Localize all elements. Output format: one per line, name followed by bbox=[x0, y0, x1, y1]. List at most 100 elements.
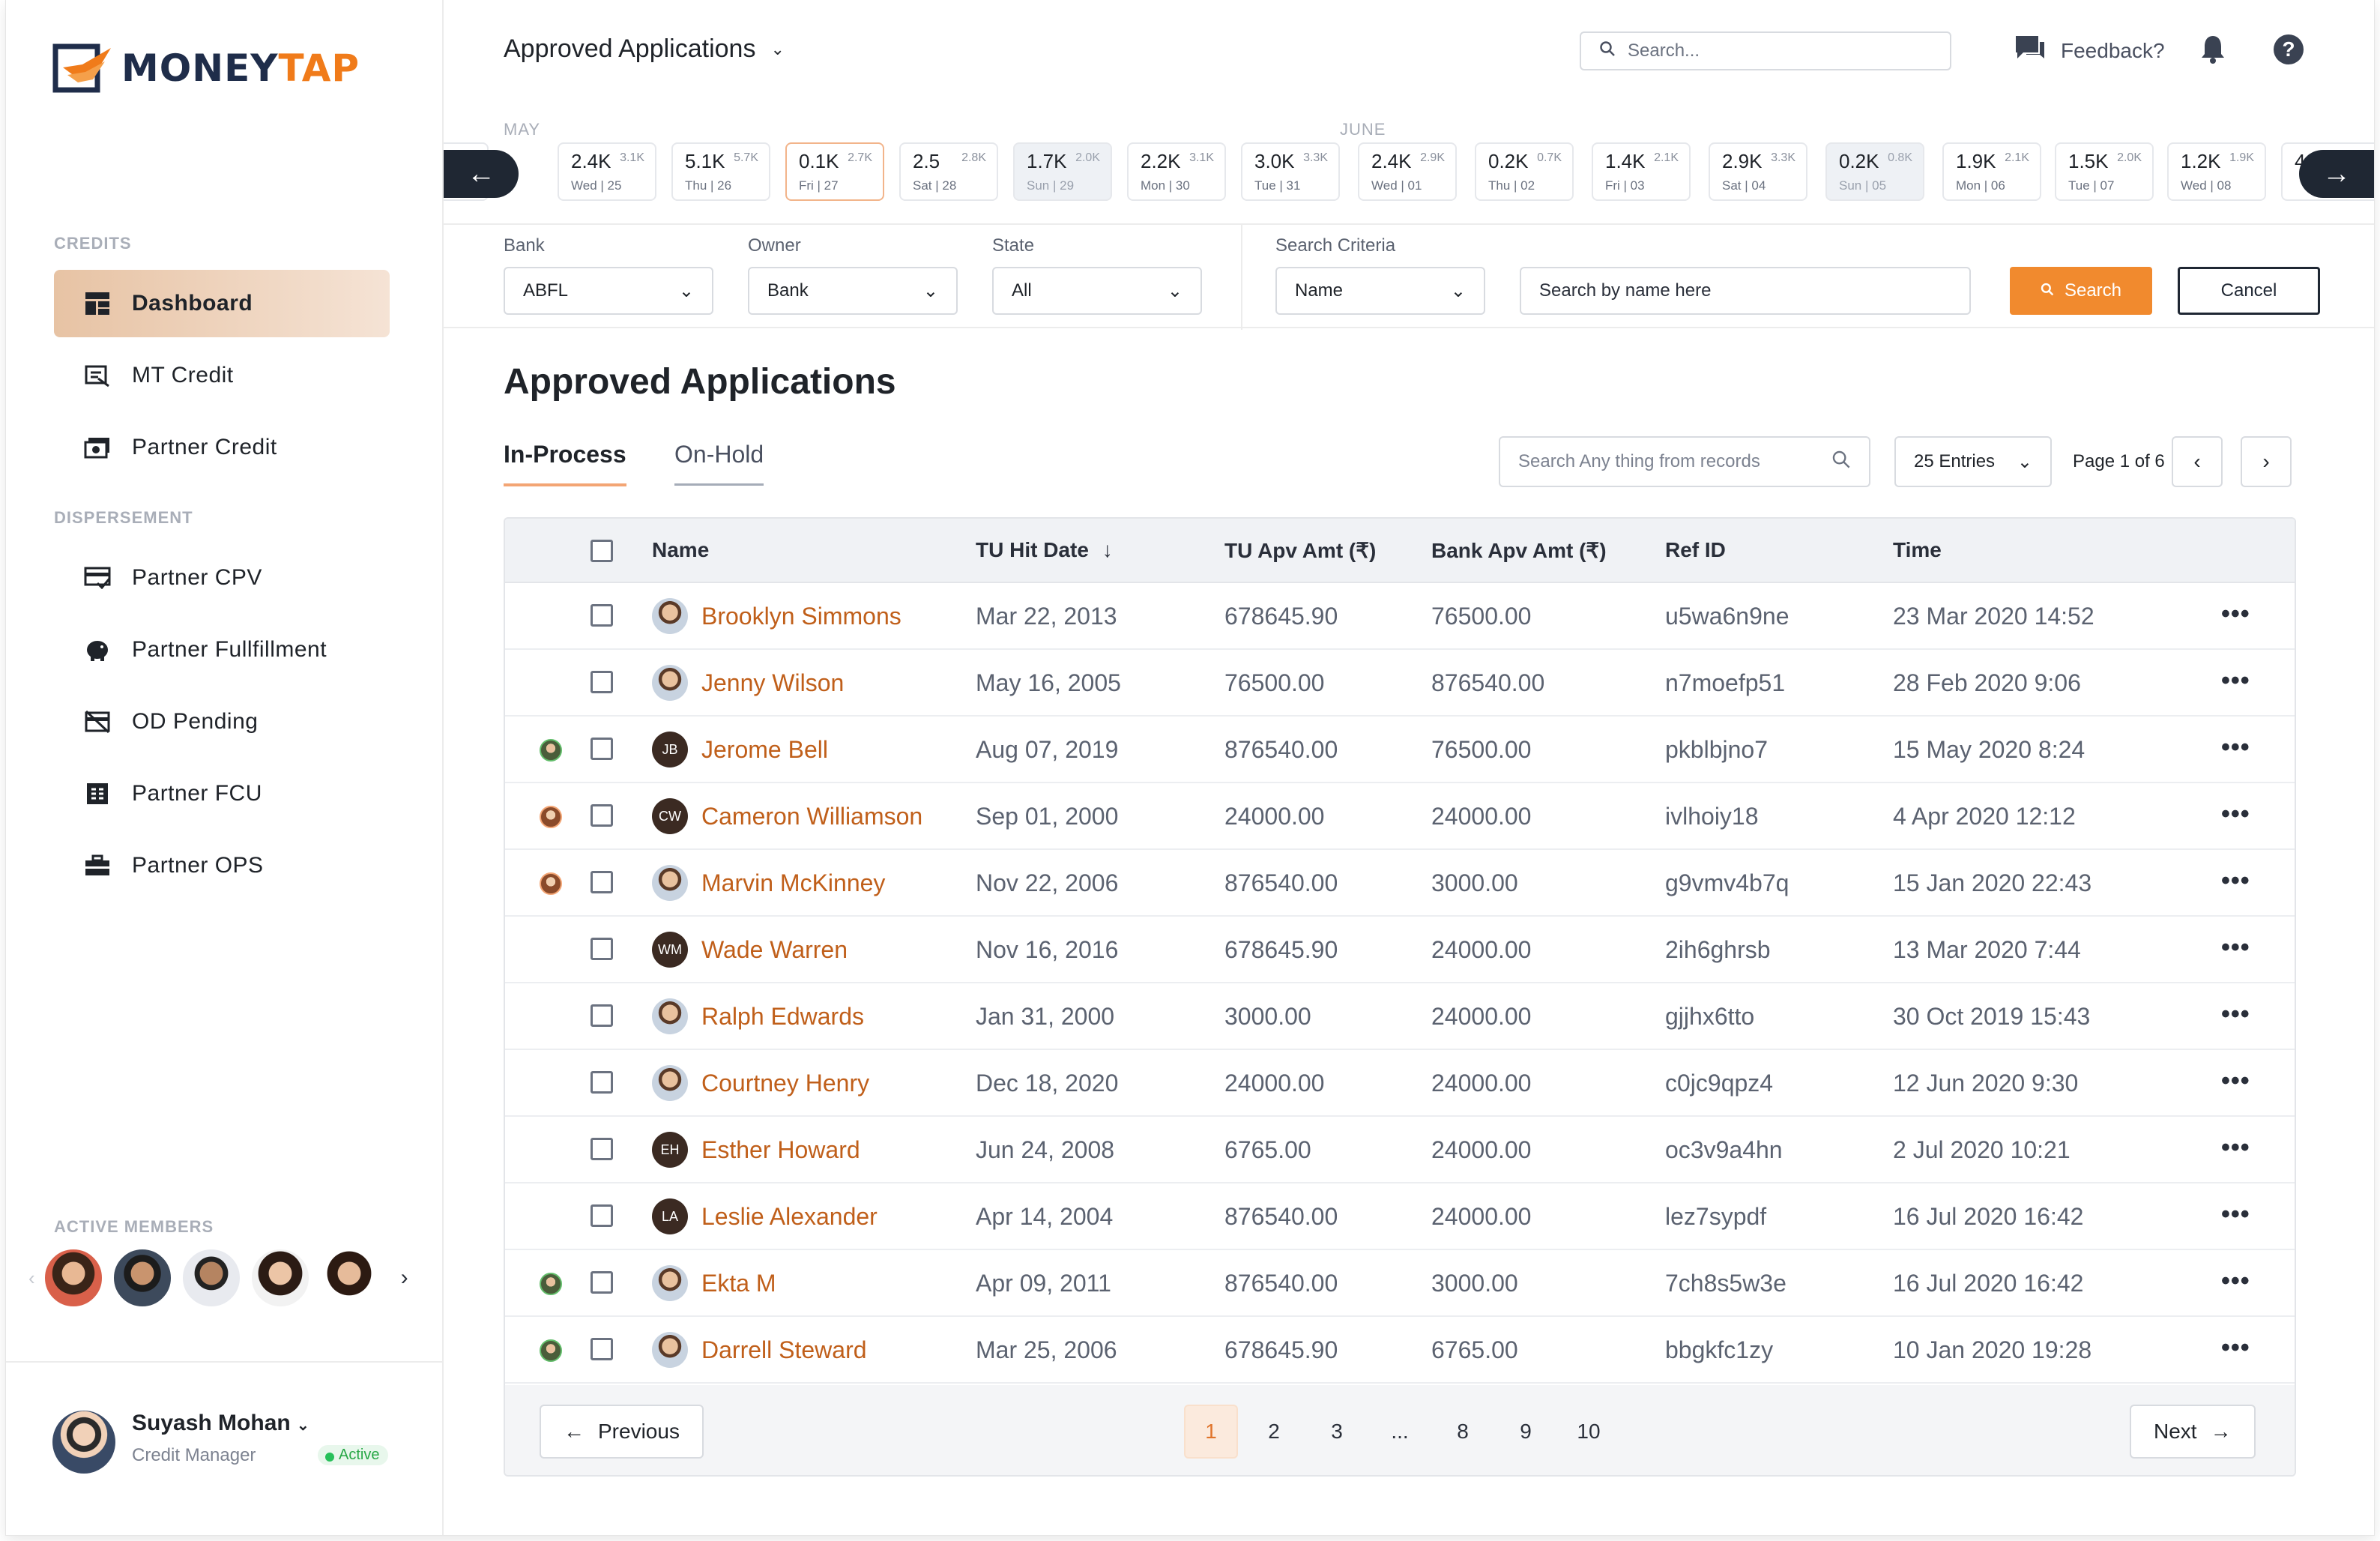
row-checkbox[interactable] bbox=[591, 1138, 613, 1160]
previous-button[interactable]: ← Previous bbox=[540, 1405, 704, 1459]
page-number[interactable]: 9 bbox=[1499, 1405, 1553, 1459]
table-row[interactable]: Marvin McKinney Nov 22, 2006 876540.00 3000… bbox=[505, 850, 2295, 917]
more-options-icon[interactable]: ••• bbox=[2221, 866, 2250, 896]
feedback-button[interactable]: Feedback? bbox=[2014, 34, 2165, 67]
row-checkbox[interactable] bbox=[591, 1338, 613, 1360]
row-checkbox[interactable] bbox=[591, 871, 613, 893]
search-button[interactable]: Search bbox=[2010, 267, 2152, 315]
row-checkbox[interactable] bbox=[591, 804, 613, 827]
member-avatar[interactable] bbox=[318, 1247, 380, 1309]
column-header-tu-hit-date[interactable]: TU Hit Date ↓ bbox=[976, 538, 1113, 562]
member-avatar[interactable] bbox=[42, 1247, 104, 1309]
entries-select[interactable]: 25 Entries ⌄ bbox=[1894, 436, 2052, 487]
members-prev-icon[interactable]: ‹ bbox=[28, 1267, 35, 1290]
members-next-icon[interactable]: › bbox=[401, 1265, 408, 1291]
page-number[interactable]: 8 bbox=[1436, 1405, 1490, 1459]
day-card[interactable]: 0.2K 0.7K Thu | 02 bbox=[1475, 142, 1574, 201]
more-options-icon[interactable]: ••• bbox=[2221, 1267, 2250, 1296]
applicant-name-link[interactable]: Leslie Alexander bbox=[701, 1203, 878, 1231]
user-profile[interactable]: Suyash Mohan ⌄ Credit Manager Active bbox=[6, 1361, 444, 1535]
day-card[interactable]: 2.4K 3.1K Wed | 25 bbox=[558, 142, 656, 201]
day-card[interactable]: 1.9K 2.1K Mon | 06 bbox=[1942, 142, 2041, 201]
row-checkbox[interactable] bbox=[591, 671, 613, 693]
applicant-name-link[interactable]: Jerome Bell bbox=[701, 736, 828, 764]
sidebar-item-partner-fcu[interactable]: Partner FCU bbox=[54, 760, 390, 827]
select-all-checkbox[interactable] bbox=[591, 540, 613, 562]
row-checkbox[interactable] bbox=[591, 1004, 613, 1027]
page-number[interactable]: 3 bbox=[1310, 1405, 1364, 1459]
criteria-select[interactable]: Name ⌄ bbox=[1275, 267, 1485, 315]
day-card[interactable]: 1.2K 1.9K Wed | 08 bbox=[2167, 142, 2266, 201]
moneytap-logo[interactable]: MONEYTAP bbox=[52, 42, 360, 94]
table-row[interactable]: JB Jerome Bell Aug 07, 2019 876540.00 76500.… bbox=[505, 717, 2295, 783]
more-options-icon[interactable]: ••• bbox=[2221, 1000, 2250, 1029]
more-options-icon[interactable]: ••• bbox=[2221, 1133, 2250, 1162]
owner-select[interactable]: Bank ⌄ bbox=[748, 267, 958, 315]
more-options-icon[interactable]: ••• bbox=[2221, 933, 2250, 962]
table-row[interactable]: Ekta M Apr 09, 2011 876540.00 3000.00 7ch8s5… bbox=[505, 1250, 2295, 1317]
row-checkbox[interactable] bbox=[591, 738, 613, 760]
next-button[interactable]: Next → bbox=[2130, 1405, 2256, 1459]
more-options-icon[interactable]: ••• bbox=[2221, 600, 2250, 629]
name-search-input[interactable]: Search by name here bbox=[1520, 267, 1971, 315]
day-card[interactable]: 3.0K 3.3K Tue | 31 bbox=[1241, 142, 1340, 201]
member-avatar[interactable] bbox=[249, 1247, 311, 1309]
day-card[interactable]: 2.9K 3.3K Sat | 04 bbox=[1709, 142, 1807, 201]
sidebar-item-mt-credit[interactable]: MT Credit bbox=[54, 342, 390, 409]
state-select[interactable]: All ⌄ bbox=[992, 267, 1202, 315]
table-row[interactable]: Brooklyn Simmons Mar 22, 2013 678645.90 765… bbox=[505, 583, 2295, 650]
sidebar-item-partner-credit[interactable]: Partner Credit bbox=[54, 414, 390, 481]
column-header-ref-id[interactable]: Ref ID bbox=[1665, 538, 1726, 562]
page-prev-button[interactable]: ‹ bbox=[2172, 436, 2223, 487]
sidebar-item-partner-ops[interactable]: Partner OPS bbox=[54, 832, 390, 899]
day-card[interactable]: 0.2K 0.8K Sun | 05 bbox=[1825, 142, 1924, 201]
member-avatar[interactable] bbox=[111, 1247, 173, 1309]
applicant-name-link[interactable]: Ekta M bbox=[701, 1270, 776, 1297]
date-strip-prev-button[interactable]: ← bbox=[444, 150, 519, 198]
column-header-tu-apv-amt[interactable]: TU Apv Amt (₹) bbox=[1224, 538, 1376, 563]
page-title-dropdown[interactable]: Approved Applications ⌄ bbox=[504, 34, 785, 64]
sidebar-item-partner-fullfillment[interactable]: Partner Fullfillment bbox=[54, 616, 390, 684]
table-row[interactable]: Ralph Edwards Jan 31, 2000 3000.00 24000.00… bbox=[505, 983, 2295, 1050]
sidebar-item-dashboard[interactable]: Dashboard bbox=[54, 270, 390, 337]
row-checkbox[interactable] bbox=[591, 938, 613, 960]
more-options-icon[interactable]: ••• bbox=[2221, 800, 2250, 829]
day-card[interactable]: 1.4K 2.1K Fri | 03 bbox=[1592, 142, 1691, 201]
day-card[interactable]: 2.5 2.8K Sat | 28 bbox=[899, 142, 998, 201]
day-card[interactable]: 1.7K 2.0K Sun | 29 bbox=[1013, 142, 1112, 201]
day-card[interactable]: 1.5K 2.0K Tue | 07 bbox=[2055, 142, 2154, 201]
column-header-time[interactable]: Time bbox=[1893, 538, 1942, 562]
day-card-selected[interactable]: 0.1K 2.7K Fri | 27 bbox=[785, 142, 884, 201]
row-checkbox[interactable] bbox=[591, 1204, 613, 1227]
applicant-name-link[interactable]: Courtney Henry bbox=[701, 1070, 869, 1097]
day-card[interactable]: 2.4K 2.9K Wed | 01 bbox=[1358, 142, 1457, 201]
table-row[interactable]: Courtney Henry Dec 18, 2020 24000.00 24000.… bbox=[505, 1050, 2295, 1117]
applicant-name-link[interactable]: Ralph Edwards bbox=[701, 1003, 864, 1031]
tab-on-hold[interactable]: On-Hold bbox=[674, 441, 764, 486]
date-strip-next-button[interactable]: → bbox=[2299, 150, 2374, 198]
row-checkbox[interactable] bbox=[591, 1271, 613, 1294]
column-header-name[interactable]: Name bbox=[652, 538, 709, 562]
table-row[interactable]: CW Cameron Williamson Sep 01, 2000 24000.00… bbox=[505, 783, 2295, 850]
page-next-button[interactable]: › bbox=[2241, 436, 2292, 487]
help-icon[interactable]: ? bbox=[2274, 34, 2304, 64]
bank-select[interactable]: ABFL ⌄ bbox=[504, 267, 713, 315]
page-number[interactable]: 2 bbox=[1247, 1405, 1301, 1459]
member-avatar[interactable] bbox=[180, 1247, 242, 1309]
applicant-name-link[interactable]: Jenny Wilson bbox=[701, 669, 844, 697]
column-header-bank-apv-amt[interactable]: Bank Apv Amt (₹) bbox=[1431, 538, 1607, 563]
more-options-icon[interactable]: ••• bbox=[2221, 1200, 2250, 1229]
applicant-name-link[interactable]: Esther Howard bbox=[701, 1136, 860, 1164]
global-search-input[interactable]: Search... bbox=[1580, 31, 1951, 70]
applicant-name-link[interactable]: Wade Warren bbox=[701, 936, 848, 964]
tab-in-process[interactable]: In-Process bbox=[504, 441, 626, 486]
applicant-name-link[interactable]: Marvin McKinney bbox=[701, 869, 885, 897]
more-options-icon[interactable]: ••• bbox=[2221, 666, 2250, 696]
cancel-button[interactable]: Cancel bbox=[2178, 267, 2320, 315]
table-row[interactable]: WM Wade Warren Nov 16, 2016 678645.90 24000.… bbox=[505, 917, 2295, 983]
sidebar-item-od-pending[interactable]: OD Pending bbox=[54, 688, 390, 756]
more-options-icon[interactable]: ••• bbox=[2221, 1333, 2250, 1363]
day-card[interactable]: 5.1K 5.7K Thu | 26 bbox=[671, 142, 770, 201]
sidebar-item-partner-cpv[interactable]: Partner CPV bbox=[54, 544, 390, 612]
page-number[interactable]: 10 bbox=[1562, 1405, 1616, 1459]
